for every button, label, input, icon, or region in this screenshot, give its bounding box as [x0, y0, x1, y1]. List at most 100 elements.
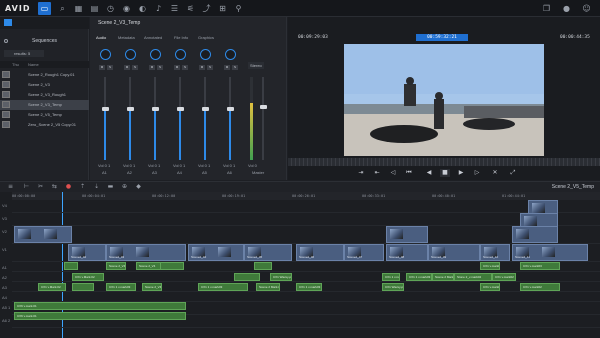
mute-button[interactable]: M — [124, 65, 130, 70]
audio-clip[interactable] — [234, 273, 260, 281]
splice-icon[interactable]: ⊕ — [120, 183, 129, 191]
video-clip[interactable]: Scene2_08 — [386, 244, 428, 261]
solo-button[interactable]: S — [157, 65, 163, 70]
solo-button[interactable]: S — [132, 65, 138, 70]
step-back-icon[interactable]: ◁ — [388, 169, 398, 177]
bin-row[interactable]: Scene 2_V3_Rough1 — [0, 90, 89, 100]
master-fader-handle[interactable] — [260, 105, 267, 109]
forward-icon[interactable]: ▶ — [456, 169, 466, 177]
mark-in-icon[interactable]: ⇥ — [356, 169, 366, 177]
audio-clip[interactable]: CX6 v.mark.01 — [14, 312, 186, 320]
mixer-icon[interactable]: ⚟ — [184, 2, 197, 15]
tool-select-icon[interactable]: ≡ — [6, 183, 15, 191]
audio-clip[interactable]: CX1 1 v.mark03 — [106, 283, 136, 291]
track-label[interactable]: A2 — [2, 275, 7, 280]
audio-clip[interactable] — [160, 262, 184, 270]
pan-knob[interactable] — [225, 49, 236, 60]
audio-clip[interactable]: CX1 1 v.mark03 — [198, 283, 248, 291]
grid-icon[interactable]: ▦ — [72, 2, 85, 15]
audio-clip[interactable]: CX1 v.mark03 — [480, 283, 500, 291]
track-label[interactable]: V3 — [2, 216, 7, 221]
audio-clip[interactable]: Scene 2 Mark.03 — [432, 273, 454, 281]
audio-clip[interactable] — [72, 283, 94, 291]
mark-out-icon[interactable]: ⇤ — [372, 169, 382, 177]
audio-clip[interactable]: Scene 2_V4 — [142, 283, 162, 291]
column-thumb[interactable]: Thu — [12, 62, 19, 67]
video-clip[interactable]: Scene2_02 — [68, 244, 106, 261]
bin-row[interactable]: Scene 2_V3 — [0, 80, 89, 90]
marker-icon[interactable]: ◆ — [134, 183, 143, 191]
video-clip[interactable] — [386, 226, 428, 243]
audio-clip[interactable]: CX1 v.mark02 — [492, 273, 516, 281]
layout-icon[interactable]: ❐ — [540, 2, 553, 15]
user-icon[interactable]: ☺ — [580, 2, 593, 15]
bin-row[interactable]: Scene 2_V5_Temp — [0, 110, 89, 120]
clock-icon[interactable]: ◷ — [104, 2, 117, 15]
mute-button[interactable]: M — [149, 65, 155, 70]
apps-icon[interactable]: ⊞ — [216, 2, 229, 15]
audio-clip[interactable]: CX1 v.Mark.02 — [72, 273, 104, 281]
tab-metadata[interactable]: Metadata — [118, 35, 135, 40]
extract-icon[interactable]: ⇣ — [92, 183, 101, 191]
track-label[interactable]: A4 — [2, 295, 7, 300]
folder-icon[interactable]: ▭ — [38, 2, 51, 15]
solo-button[interactable]: S — [182, 65, 188, 70]
share-icon[interactable]: ⤴ — [200, 2, 213, 15]
audio-clip[interactable]: CX1 v.Mark.02 — [38, 283, 66, 291]
fader-handle[interactable] — [127, 107, 134, 111]
track-label[interactable]: V1 — [2, 247, 7, 252]
solo-button[interactable]: S — [107, 65, 113, 70]
audio-clip[interactable]: Scene 2_V4 — [136, 262, 162, 270]
bin-row[interactable]: Scene 2_Rough1 Copy.01 — [0, 70, 89, 80]
audio-clip[interactable]: Stone 2_v.mark02 — [454, 273, 492, 281]
tool-trim-icon[interactable]: ⊢ — [22, 183, 31, 191]
fader-handle[interactable] — [177, 107, 184, 111]
video-clip[interactable]: Scene2_03 — [106, 244, 186, 261]
rewind-icon[interactable]: ⏮ — [404, 169, 414, 177]
search-icon[interactable]: ⌕ — [56, 2, 69, 15]
audio-clip[interactable]: CX1 v.mark03 — [480, 262, 500, 270]
fader-handle[interactable] — [102, 107, 109, 111]
video-clip[interactable]: Scene2_07 — [344, 244, 384, 261]
mute-button[interactable]: M — [99, 65, 105, 70]
bin-search-input[interactable]: results: 5 — [4, 50, 44, 57]
pan-knob[interactable] — [200, 49, 211, 60]
fader-handle[interactable] — [202, 107, 209, 111]
preset-select[interactable]: Stereo — [248, 62, 264, 69]
tab-file-info[interactable]: File Info — [174, 35, 188, 40]
tab-annotated[interactable]: Annotated — [144, 35, 162, 40]
tool-slip-icon[interactable]: ⇆ — [50, 183, 59, 191]
audio-clip[interactable] — [254, 262, 272, 270]
pan-knob[interactable] — [125, 49, 136, 60]
video-clip[interactable]: Scene2_06 — [296, 244, 344, 261]
video-clip[interactable]: Scene2_04 — [188, 244, 244, 261]
mute-button[interactable]: M — [224, 65, 230, 70]
video-clip[interactable]: Scene2_11 — [512, 244, 588, 261]
tab-audio[interactable]: Audio — [96, 35, 106, 40]
mute-button[interactable]: M — [174, 65, 180, 70]
audio-icon[interactable]: ♪ — [152, 2, 165, 15]
timecode-center[interactable]: 00:59:32:21 — [416, 34, 468, 41]
audio-clip[interactable]: CX1 v.mark02 — [520, 283, 560, 291]
track-label[interactable]: A5 1 — [2, 305, 10, 310]
bin-row-selected[interactable]: Scene 2_V3_Temp — [0, 100, 89, 110]
bin-row[interactable]: Zero_Scene 2_V5 Copy.01 — [0, 120, 89, 130]
pan-knob[interactable] — [100, 49, 111, 60]
fader-handle[interactable] — [227, 107, 234, 111]
track-label[interactable]: V4 — [2, 203, 7, 208]
video-clip[interactable]: Scene2_05 — [244, 244, 292, 261]
track-label[interactable]: A6 2 — [2, 318, 10, 323]
fullscreen-icon[interactable]: ⤢ — [508, 169, 518, 177]
bell-icon[interactable]: ⚲ — [232, 2, 245, 15]
track-label[interactable]: A1 — [2, 265, 7, 270]
pan-knob[interactable] — [150, 49, 161, 60]
audio-clip[interactable]: CX1 1 v.mark03 — [406, 273, 432, 281]
timeline-ruler[interactable]: 00:00:00:00 00:00:04:01 00:00:12:00 00:00:1… — [12, 192, 600, 200]
audio-clip[interactable]: CX1 1 v.mark03 — [382, 273, 400, 281]
audio-clip[interactable] — [64, 262, 78, 270]
breadcrumb[interactable]: Sequences — [32, 38, 57, 44]
track-label[interactable]: A3 — [2, 285, 7, 290]
stop-icon[interactable]: ■ — [440, 169, 450, 177]
track-label[interactable]: V2 — [2, 229, 7, 234]
mic-icon[interactable]: ● — [560, 2, 573, 15]
